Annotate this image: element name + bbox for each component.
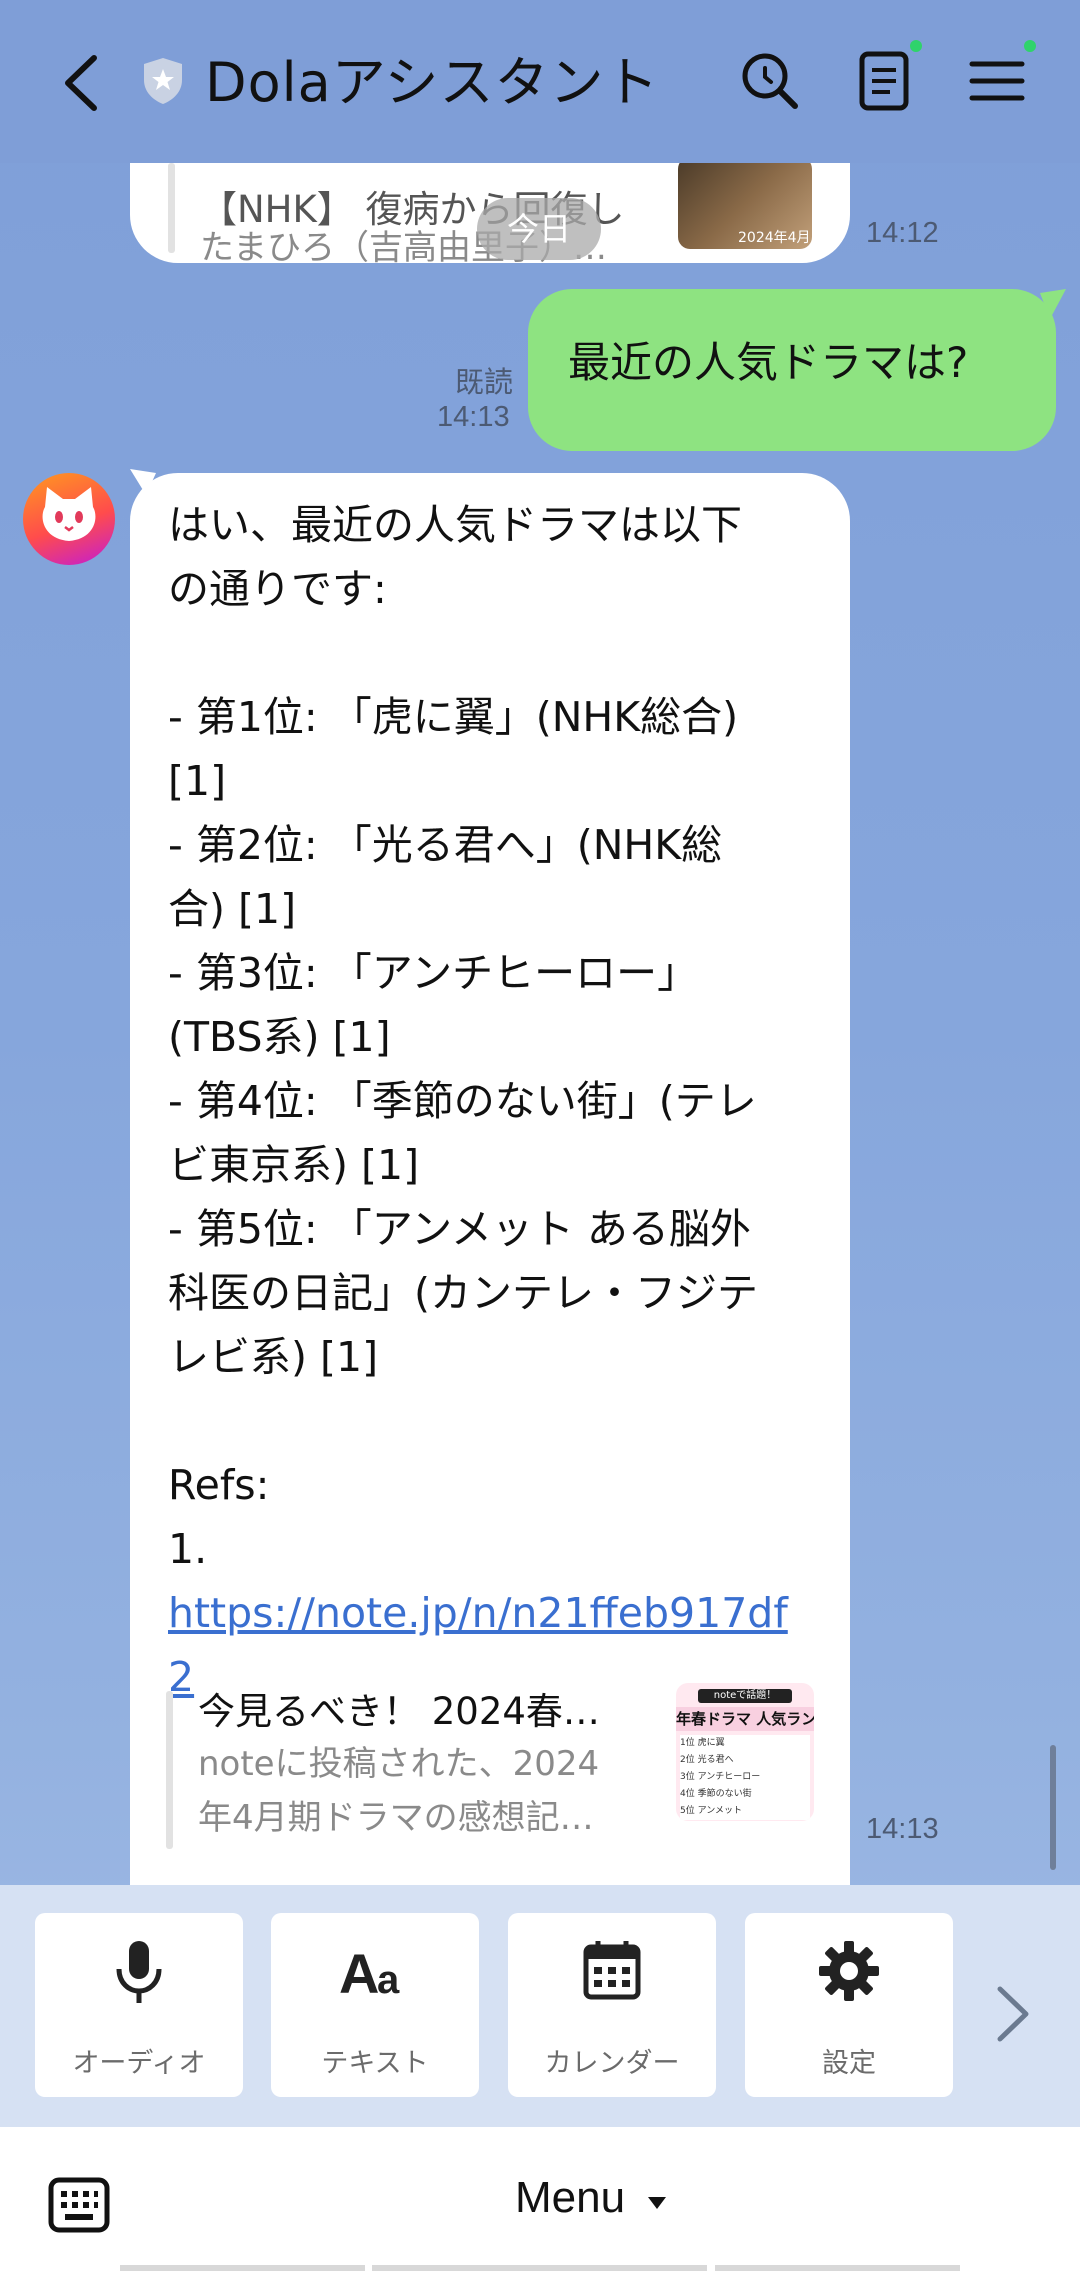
ref-link[interactable]: https://note.jp/n/n21ffeb917df bbox=[168, 1581, 838, 1645]
chevron-right-icon[interactable] bbox=[990, 1979, 1036, 2049]
preview-thumbnail[interactable]: 2024年4月 bbox=[678, 163, 812, 249]
ranking-line: - 第3位: 「アンチヒーロー」 bbox=[168, 949, 699, 997]
ranking-line: - 第1位: 「虎に翼」(NHK総合) bbox=[168, 693, 739, 741]
thumbnail-row: 2位 光る君へ bbox=[680, 1755, 734, 1765]
chat-area[interactable]: 【NHK】 復病から回復し たまひろ（吉高由里子）… 2024年4月 14:12… bbox=[0, 163, 1080, 1885]
calendar-icon bbox=[583, 1941, 641, 2000]
ranking-line: ビ東京系) [1] bbox=[168, 1141, 420, 1189]
notification-dot bbox=[1024, 40, 1036, 52]
text-label: テキスト bbox=[321, 2048, 429, 2079]
link-preview-bar bbox=[166, 1691, 173, 1849]
ranking-line: レビ系) [1] bbox=[168, 1333, 379, 1381]
thumbnail-heading: 年春ドラマ 人気ランキ bbox=[676, 1707, 814, 1731]
thumbnail-row: 3位 アンチヒーロー bbox=[680, 1772, 761, 1782]
message-line: はい、最近の人気ドラマは以下 bbox=[168, 501, 742, 549]
ranking-line: 合) [1] bbox=[168, 885, 297, 933]
thumbnail-row: 4位 季節のない街 bbox=[680, 1789, 752, 1799]
message-time: 14:13 bbox=[866, 1813, 939, 1845]
thumbnail-list: 1位 虎に翼 2位 光る君へ 3位 アンチヒーロー 4位 季節のない街 5位 ア… bbox=[680, 1735, 810, 1820]
rich-menu: オーディオ A a テキスト カレンダー 設定 bbox=[0, 1885, 1080, 2127]
shield-icon bbox=[144, 58, 182, 104]
ranking-line: (TBS系) [1] bbox=[168, 1013, 391, 1061]
user-message-text: 最近の人気ドラマは? bbox=[568, 338, 969, 387]
bottom-bar: Menu bbox=[0, 2127, 1080, 2274]
menu-toggle[interactable]: Menu bbox=[515, 2173, 625, 2223]
thumbnail-badge: noteで話題！ bbox=[698, 1689, 792, 1703]
thumbnail-label: 2024年4月 bbox=[738, 230, 811, 246]
message-line: の通りです: bbox=[168, 565, 387, 613]
text-aa-icon: A a bbox=[339, 1942, 400, 2005]
gesture-bar-segment bbox=[120, 2265, 365, 2271]
hamburger-icon[interactable] bbox=[962, 46, 1032, 116]
ranking-line: 科医の日記」(カンテレ・フジテ bbox=[168, 1269, 758, 1317]
chevron-left-icon[interactable] bbox=[54, 50, 114, 116]
link-preview-title[interactable]: 今見るべき！ 2024春… bbox=[198, 1681, 600, 1735]
search-icon[interactable] bbox=[735, 46, 805, 116]
chat-header: Dolaアシスタント bbox=[0, 0, 1080, 163]
settings-label: 設定 bbox=[822, 2048, 876, 2079]
link-preview-desc: noteに投稿された、2024 bbox=[198, 1744, 600, 1784]
text-button[interactable]: A a テキスト bbox=[271, 1913, 479, 2097]
thumbnail-row: 5位 アンメット bbox=[680, 1806, 742, 1816]
gesture-bar-segment bbox=[372, 2265, 707, 2271]
gear-icon bbox=[819, 1941, 879, 2001]
caret-down-icon[interactable] bbox=[648, 2197, 666, 2209]
date-separator: 今日 bbox=[477, 198, 601, 260]
chat-title: Dolaアシスタント bbox=[205, 51, 660, 114]
notification-dot bbox=[910, 40, 922, 52]
settings-button[interactable]: 設定 bbox=[745, 1913, 953, 2097]
bot-message-text: はい、最近の人気ドラマは以下 の通りです: - 第1位: 「虎に翼」(NHK総合… bbox=[168, 493, 838, 1709]
svg-text:a: a bbox=[377, 1958, 400, 2002]
calendar-button[interactable]: カレンダー bbox=[508, 1913, 716, 2097]
audio-label: オーディオ bbox=[72, 2048, 206, 2079]
thumbnail-row: 1位 虎に翼 bbox=[680, 1738, 725, 1748]
bot-avatar[interactable] bbox=[23, 473, 115, 565]
microphone-icon bbox=[116, 1941, 162, 2003]
preview-bar bbox=[168, 163, 175, 253]
read-receipt: 既読 bbox=[455, 367, 514, 399]
link-preview-thumbnail[interactable]: noteで話題！ 年春ドラマ 人気ランキ 1位 虎に翼 2位 光る君へ 3位 ア… bbox=[676, 1683, 814, 1821]
user-message-bubble[interactable]: 最近の人気ドラマは? bbox=[528, 289, 1056, 451]
audio-button[interactable]: オーディオ bbox=[35, 1913, 243, 2097]
message-time: 14:12 bbox=[866, 217, 939, 249]
ref-number: 1. bbox=[168, 1525, 208, 1573]
ranking-line: [1] bbox=[168, 757, 227, 805]
scrollbar[interactable] bbox=[1050, 1745, 1056, 1870]
ranking-line: - 第4位: 「季節のない街」(テレ bbox=[168, 1077, 757, 1125]
cat-face-icon bbox=[42, 487, 96, 541]
ranking-line: - 第2位: 「光る君へ」(NHK総 bbox=[168, 821, 723, 869]
svg-text:A: A bbox=[339, 1942, 379, 2005]
link-preview-desc: 年4月期ドラマの感想記… bbox=[198, 1798, 594, 1838]
notes-icon[interactable] bbox=[850, 46, 920, 116]
keyboard-icon[interactable] bbox=[48, 2177, 110, 2233]
gesture-bar-segment bbox=[715, 2265, 960, 2271]
ranking-line: - 第5位: 「アンメット ある脳外 bbox=[168, 1205, 751, 1253]
refs-label: Refs: bbox=[168, 1461, 270, 1509]
message-time: 14:13 bbox=[437, 401, 510, 433]
calendar-label: カレンダー bbox=[544, 2048, 680, 2079]
